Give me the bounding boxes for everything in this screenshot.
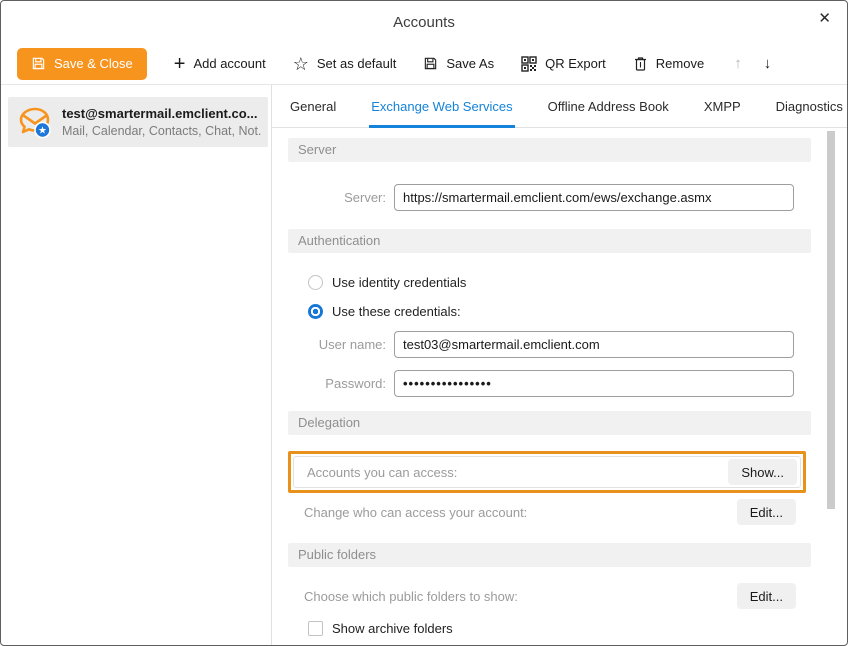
account-avatar-icon: ★ — [16, 103, 54, 141]
remove-label: Remove — [656, 56, 704, 71]
highlight-annotation-box: Accounts you can access: Show... — [288, 451, 806, 493]
save-as-label: Save As — [446, 56, 494, 71]
qr-export-label: QR Export — [545, 56, 606, 71]
username-label: User name: — [288, 337, 386, 352]
account-list-item[interactable]: ★ test@smartermail.emclient.co... Mail, … — [8, 97, 268, 147]
change-access-label: Change who can access your account: — [304, 505, 527, 520]
password-row: Password: — [288, 370, 847, 397]
account-name: test@smartermail.emclient.co... — [62, 106, 262, 121]
section-header-delegation: Delegation — [288, 411, 811, 435]
server-row: Server: — [288, 184, 847, 211]
svg-text:★: ★ — [38, 126, 47, 137]
save-as-icon — [423, 56, 438, 71]
trash-icon — [633, 56, 648, 72]
choose-folders-row: Choose which public folders to show: Edi… — [288, 583, 796, 609]
plus-icon: + — [174, 54, 186, 74]
set-default-label: Set as default — [317, 56, 397, 71]
save-close-label: Save & Close — [54, 56, 133, 71]
password-input[interactable] — [394, 370, 794, 397]
section-header-public-folders: Public folders — [288, 543, 811, 567]
tab-xmpp[interactable]: XMPP — [702, 85, 743, 127]
radio-these-label: Use these credentials: — [332, 304, 461, 319]
save-icon — [31, 56, 46, 71]
edit-folders-button[interactable]: Edit... — [737, 583, 796, 609]
set-default-button[interactable]: ☆ Set as default — [293, 55, 397, 73]
tab-exchange-web-services[interactable]: Exchange Web Services — [369, 85, 514, 127]
section-header-authentication: Authentication — [288, 229, 811, 253]
edit-access-button[interactable]: Edit... — [737, 499, 796, 525]
archive-checkbox-label: Show archive folders — [332, 621, 453, 636]
move-down-icon[interactable]: ↓ — [764, 55, 772, 72]
accounts-access-label: Accounts you can access: — [307, 465, 728, 480]
tab-diagnostics[interactable]: Diagnostics — [774, 85, 845, 127]
tab-general[interactable]: General — [288, 85, 338, 127]
remove-button[interactable]: Remove — [633, 56, 704, 72]
server-input[interactable] — [394, 184, 794, 211]
checkbox-unchecked-icon — [308, 621, 323, 636]
settings-scroll-area: Server Server: Authentication Use identi… — [272, 128, 847, 646]
save-close-button[interactable]: Save & Close — [17, 48, 147, 80]
tabs-bar: General Exchange Web Services Offline Ad… — [272, 85, 847, 128]
username-row: User name: — [288, 331, 847, 358]
choose-folders-label: Choose which public folders to show: — [304, 589, 518, 604]
radio-identity-label: Use identity credentials — [332, 275, 466, 290]
add-account-label: Add account — [193, 56, 265, 71]
account-settings-panel: General Exchange Web Services Offline Ad… — [272, 85, 847, 646]
add-account-button[interactable]: + Add account — [174, 54, 266, 74]
password-label: Password: — [288, 376, 386, 391]
qr-code-icon — [521, 56, 537, 72]
archive-checkbox-row[interactable]: Show archive folders — [308, 621, 847, 636]
titlebar: Accounts ✕ — [1, 1, 847, 43]
accounts-access-row: Accounts you can access: Show... — [293, 456, 801, 488]
radio-checked-icon — [308, 304, 323, 319]
close-icon[interactable]: ✕ — [818, 11, 831, 26]
radio-these-credentials[interactable]: Use these credentials: — [308, 304, 847, 319]
show-button[interactable]: Show... — [728, 459, 797, 485]
radio-identity-credentials[interactable]: Use identity credentials — [308, 275, 847, 290]
account-sidebar: ★ test@smartermail.emclient.co... Mail, … — [1, 85, 272, 646]
account-services: Mail, Calendar, Contacts, Chat, Not... — [62, 124, 262, 138]
star-icon: ☆ — [293, 55, 309, 73]
scrollbar-thumb[interactable] — [827, 131, 835, 509]
toolbar: Save & Close + Add account ☆ Set as defa… — [1, 43, 847, 85]
move-up-icon[interactable]: ↑ — [734, 55, 742, 72]
username-input[interactable] — [394, 331, 794, 358]
radio-unchecked-icon — [308, 275, 323, 290]
tab-offline-address-book[interactable]: Offline Address Book — [546, 85, 671, 127]
accounts-dialog: Accounts ✕ Save & Close + Add account ☆ … — [0, 0, 848, 646]
page-title: Accounts — [393, 14, 455, 31]
save-as-button[interactable]: Save As — [423, 56, 494, 71]
change-access-row: Change who can access your account: Edit… — [288, 499, 796, 525]
server-label: Server: — [288, 190, 386, 205]
section-header-server: Server — [288, 138, 811, 162]
qr-export-button[interactable]: QR Export — [521, 56, 606, 72]
